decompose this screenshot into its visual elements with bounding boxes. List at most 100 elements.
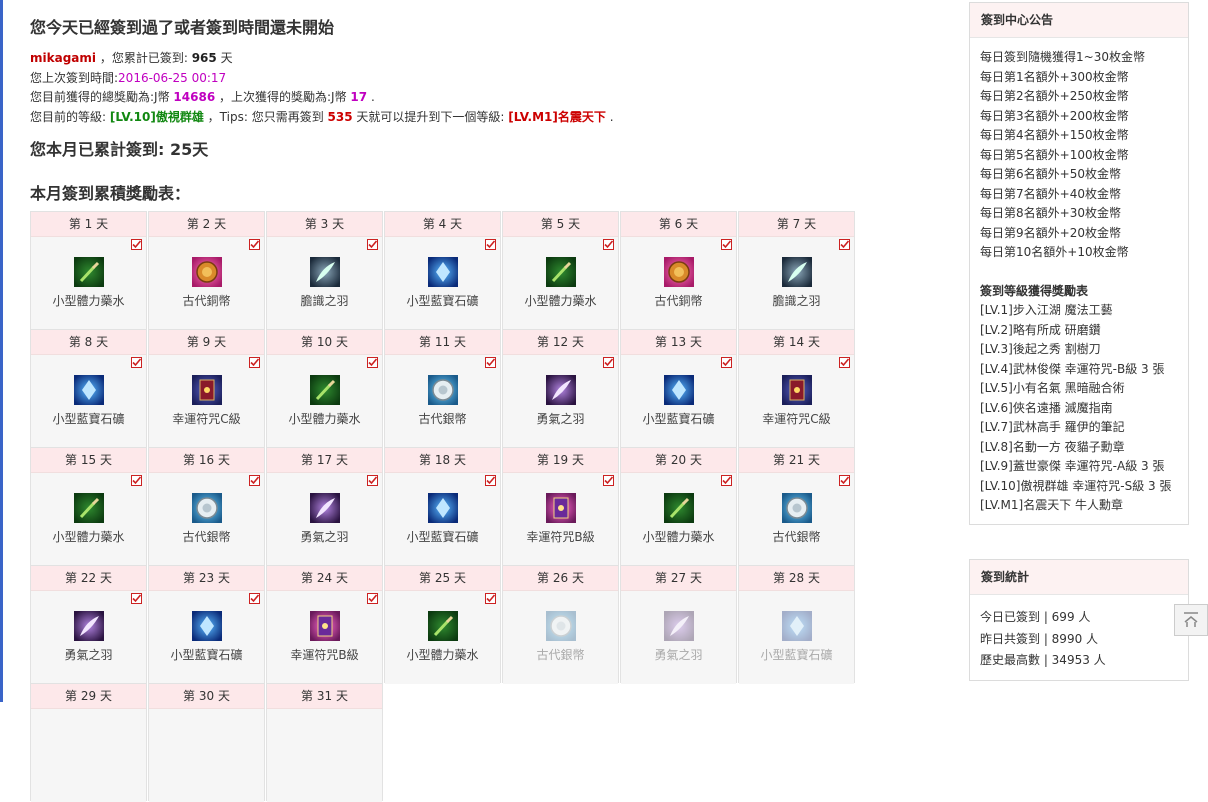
day-body: 小型體力藥水: [621, 473, 736, 566]
back-to-top-button[interactable]: [1174, 604, 1208, 636]
stats-panel: 簽到統計 今日已簽到 | 699 人昨日共簽到 | 8990 人歷史最高數 | …: [969, 559, 1189, 681]
calendar-day: 第 27 天勇氣之羽: [620, 565, 737, 684]
day-label: 第 6 天: [621, 212, 736, 237]
day-body: 古代銀幣: [739, 473, 854, 566]
reward-name: 小型藍寶石礦: [642, 412, 715, 426]
page-title: 您今天已經簽到過了或者簽到時間還未開始: [30, 18, 335, 37]
calendar-day: 第 13 天小型藍寶石礦: [620, 329, 737, 448]
current-level: [LV.10]傲視群雄: [109, 109, 204, 124]
reward-name: 古代銀幣: [182, 530, 231, 544]
sapphire-icon: [192, 611, 222, 641]
day-body: [149, 709, 264, 802]
calendar-day: 第 26 天古代銀幣: [502, 565, 619, 684]
info-line-2: 您上次簽到時間:2016-06-25 00:17: [30, 70, 227, 85]
level-item: [LV.5]小有名氣 黑暗融合術: [980, 381, 1125, 395]
reward-name: 古代銅幣: [654, 294, 703, 308]
level-item: [LV.8]名動一方 夜貓子勳章: [980, 439, 1125, 454]
checked-icon: [721, 357, 732, 368]
day-label: 第 14 天: [739, 330, 854, 355]
calendar-day: 第 1 天小型體力藥水: [30, 211, 147, 330]
calendar-day: 第 25 天小型體力藥水: [384, 565, 501, 684]
reward-name: 小型藍寶石礦: [406, 530, 479, 544]
checked-icon: [485, 475, 496, 486]
last-reward: 17: [350, 90, 368, 104]
calendar-day: 第 3 天膽識之羽: [266, 211, 383, 330]
checked-icon: [367, 475, 378, 486]
day-label: 第 4 天: [385, 212, 500, 237]
calendar-day: 第 29 天: [30, 683, 147, 802]
calendar-day: 第 11 天古代銀幣: [384, 329, 501, 448]
day-label: 第 20 天: [621, 448, 736, 473]
level-item: [LV.6]俠名遠播 滅魔指南: [980, 400, 1113, 415]
checked-icon: [603, 475, 614, 486]
brave-feather-icon: [74, 611, 104, 641]
potion-icon: [546, 257, 576, 287]
user-info: mikagami ，您累計已簽到: 965 天 您上次簽到時間:2016-06-…: [30, 49, 614, 127]
day-body: 勇氣之羽: [267, 473, 382, 566]
silver-coin-icon: [428, 375, 458, 405]
day-body: [267, 709, 382, 802]
reward-name: 小型體力藥水: [52, 530, 125, 544]
day-body: 幸運符咒B級: [503, 473, 618, 566]
day-label: 第 17 天: [267, 448, 382, 473]
checked-icon: [249, 357, 260, 368]
notice-item: 每日第5名額外+100枚金幣: [980, 147, 1129, 162]
brave-feather-icon: [546, 375, 576, 405]
calendar-day: 第 15 天小型體力藥水: [30, 447, 147, 566]
sapphire-icon: [664, 375, 694, 405]
calendar-day: 第 17 天勇氣之羽: [266, 447, 383, 566]
notice-item: 每日第4名額外+150枚金幣: [980, 128, 1129, 142]
day-label: 第 27 天: [621, 566, 736, 591]
sapphire-icon: [428, 493, 458, 523]
day-label: 第 31 天: [267, 684, 382, 709]
reward-name: 小型藍寶石礦: [406, 294, 479, 308]
calendar-day: 第 7 天膽識之羽: [738, 211, 855, 330]
day-label: 第 19 天: [503, 448, 618, 473]
day-body: 幸運符咒C級: [149, 355, 264, 448]
silver-coin-icon: [782, 493, 812, 523]
calendar-day: 第 22 天勇氣之羽: [30, 565, 147, 684]
day-label: 第 30 天: [149, 684, 264, 709]
username-link[interactable]: mikagami: [30, 51, 96, 65]
stats-list: 今日已簽到 | 699 人昨日共簽到 | 8990 人歷史最高數 | 34953…: [970, 595, 1188, 680]
luck-charm-c-icon: [192, 375, 222, 405]
level-item: [LV.7]武林高手 羅伊的筆記: [980, 420, 1125, 434]
checked-icon: [839, 239, 850, 250]
potion-icon: [74, 493, 104, 523]
left-accent-bar: [0, 0, 3, 702]
reward-name: 幸運符咒C級: [762, 412, 831, 426]
day-body: 小型體力藥水: [385, 591, 500, 684]
potion-icon: [664, 493, 694, 523]
reward-name: 幸運符咒C級: [172, 412, 241, 426]
stat-item: 昨日共簽到 | 8990 人: [980, 631, 1099, 646]
stat-item: 歷史最高數 | 34953 人: [980, 653, 1106, 667]
luck-charm-b-icon: [310, 611, 340, 641]
checked-icon: [603, 357, 614, 368]
potion-icon: [74, 257, 104, 287]
level-title: 簽到等級獲得獎勵表: [980, 283, 1089, 298]
notice-body: 每日簽到隨機獲得1~30枚金幣 每日第1名額外+300枚金幣 每日第2名額外+250…: [970, 38, 1188, 524]
notice-item: 每日第7名額外+40枚金幣: [980, 186, 1121, 201]
checked-icon: [603, 239, 614, 250]
stat-item: 今日已簽到 | 699 人: [980, 610, 1091, 624]
bronze-coin-icon: [664, 257, 694, 287]
day-label: 第 12 天: [503, 330, 618, 355]
day-label: 第 21 天: [739, 448, 854, 473]
calendar-day: 第 31 天: [266, 683, 383, 802]
day-body: 幸運符咒B級: [267, 591, 382, 684]
info-line-3: 您目前獲得的總獎勵為:J幣 14686 ，上次獲得的獎勵為:J幣 17 .: [30, 90, 375, 104]
checked-icon: [131, 357, 142, 368]
reward-name: 小型藍寶石礦: [52, 412, 125, 426]
day-body: 勇氣之羽: [503, 355, 618, 448]
day-label: 第 3 天: [267, 212, 382, 237]
calendar-day: 第 8 天小型藍寶石礦: [30, 329, 147, 448]
day-label: 第 22 天: [31, 566, 146, 591]
calendar-day: 第 14 天幸運符咒C級: [738, 329, 855, 448]
day-label: 第 7 天: [739, 212, 854, 237]
checked-icon: [485, 593, 496, 604]
notice-item: 每日第8名額外+30枚金幣: [980, 206, 1121, 220]
reward-name: 勇氣之羽: [64, 648, 113, 662]
month-total: 您本月已累計簽到: 25天: [30, 140, 209, 159]
day-body: 小型體力藥水: [31, 473, 146, 566]
reward-name: 古代銀幣: [418, 412, 467, 426]
